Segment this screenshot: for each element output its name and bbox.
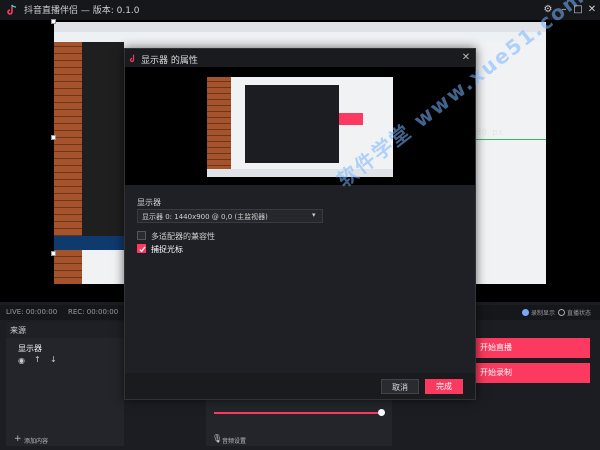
capture-cursor-checkbox[interactable]	[137, 244, 146, 253]
sources-title: 来源	[10, 326, 26, 335]
nested-pink-block	[339, 113, 363, 125]
resize-handle[interactable]	[51, 135, 56, 140]
chevron-down-icon: ▾	[312, 211, 316, 219]
start-record-button[interactable]: 开始录制	[474, 363, 590, 383]
add-source-button[interactable]: 添加内容	[24, 436, 48, 445]
display-field-label: 显示器	[137, 198, 161, 207]
start-live-button[interactable]: 开始直播	[474, 338, 590, 358]
captured-toolbar	[54, 32, 546, 42]
move-down-icon[interactable]: ↓	[50, 355, 57, 364]
radio-icon[interactable]	[558, 309, 565, 316]
douyin-logo-icon	[7, 4, 17, 15]
eye-icon[interactable]: ◉	[18, 356, 25, 365]
move-up-icon[interactable]: ↑	[34, 355, 41, 364]
source-item-label[interactable]: 显示器	[18, 343, 42, 354]
douyin-logo-icon	[129, 54, 135, 63]
status-option-1[interactable]: 录制显示	[531, 308, 555, 317]
app-title: 抖音直播伴侣 — 版本: 0.1.0	[24, 6, 140, 16]
checkmark-icon	[139, 246, 146, 253]
audio-settings-label[interactable]: 音频设置	[222, 436, 246, 445]
dialog-footer	[125, 373, 475, 399]
capture-cursor-label[interactable]: 捕捉光标	[151, 244, 183, 255]
live-timer: LIVE: 00:00:00	[6, 308, 58, 316]
radio-icon[interactable]	[522, 309, 529, 316]
captured-dark-panel	[82, 42, 124, 238]
microphone-icon[interactable]: 🎙	[212, 434, 222, 443]
captured-taskbar	[54, 236, 124, 250]
add-icon[interactable]: +	[14, 434, 22, 444]
compat-checkbox[interactable]	[137, 231, 146, 240]
status-option-2[interactable]: 直播状态	[567, 308, 591, 317]
resize-handle[interactable]	[51, 251, 56, 256]
done-button[interactable]: 完成	[425, 379, 463, 394]
volume-fill	[214, 412, 381, 414]
sources-panel	[6, 322, 124, 446]
resize-handle[interactable]	[51, 19, 56, 24]
brick-wall-left	[207, 77, 231, 177]
dialog-title: 显示器 的属性	[141, 56, 198, 66]
guide-line	[472, 139, 546, 140]
captured-tab-strip	[54, 22, 546, 32]
size-readout: 80 px	[476, 128, 504, 138]
display-select-value: 显示器 0: 1440x900 @ 0,0 (主监视器)	[142, 213, 268, 221]
nested-window	[245, 85, 339, 163]
rec-timer: REC: 00:00:00	[68, 308, 119, 316]
cancel-button[interactable]: 取消	[381, 379, 419, 394]
compat-label[interactable]: 多适配器的兼容性	[151, 231, 215, 242]
volume-knob[interactable]	[377, 409, 385, 416]
display-select[interactable]: 显示器 0: 1440x900 @ 0,0 (主监视器) ▾	[137, 209, 323, 223]
